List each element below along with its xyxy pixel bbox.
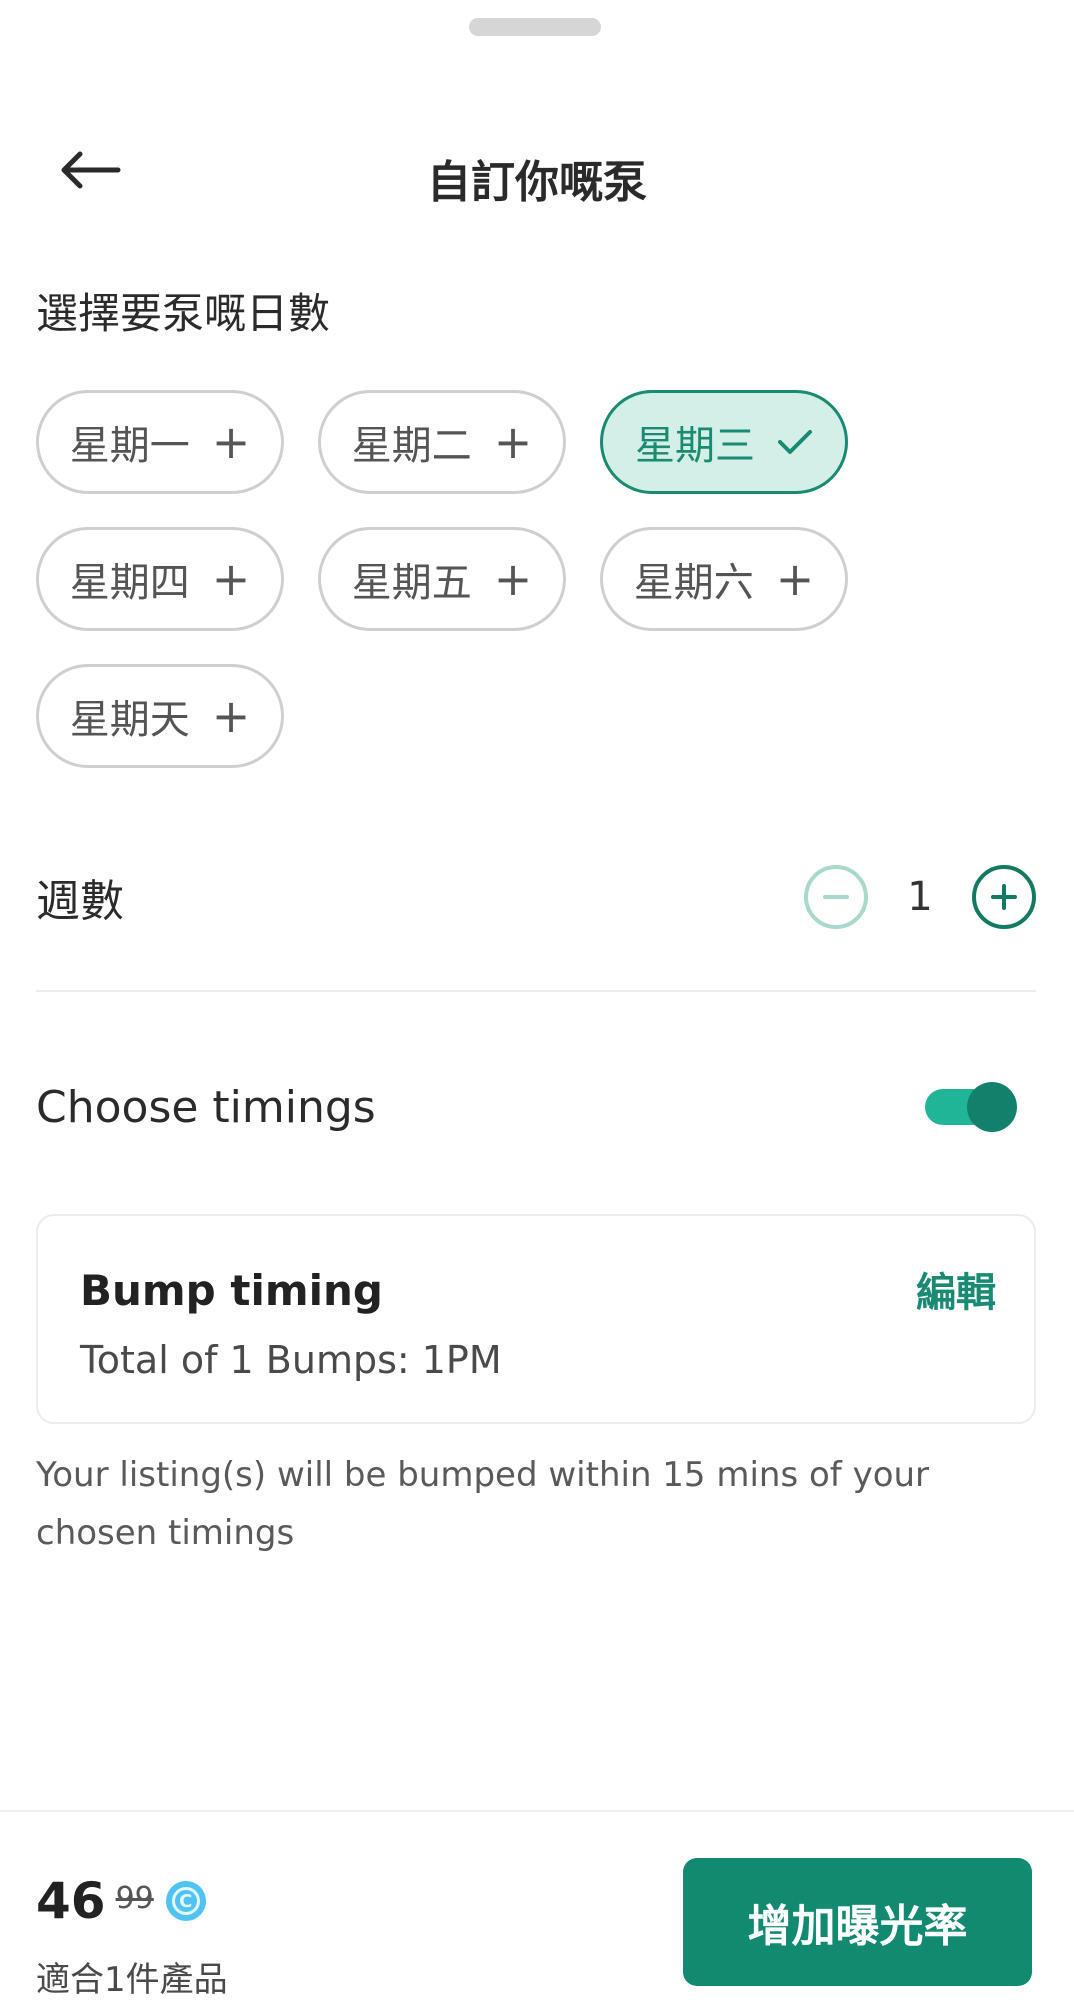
weeks-stepper: 1 (804, 865, 1036, 929)
bump-timing-title: Bump timing (80, 1266, 383, 1315)
day-chip-label: 星期四 (69, 560, 190, 606)
plus-icon: + (493, 415, 533, 469)
plus-icon: + (493, 552, 533, 606)
minus-icon (823, 895, 849, 899)
toggle-thumb (967, 1082, 1017, 1132)
day-chip-label: 星期三 (635, 423, 755, 469)
page-title: 自訂你嘅泵 (427, 157, 647, 208)
edit-link[interactable]: 編輯 (916, 1260, 996, 1318)
day-chip-friday[interactable]: 星期五 + (318, 527, 566, 631)
bump-timing-card: Bump timing Total of 1 Bumps: 1PM 編輯 (36, 1214, 1036, 1424)
day-chip-monday[interactable]: 星期一 + (36, 390, 284, 494)
sheet-grabber[interactable] (469, 18, 601, 36)
boost-button[interactable]: 增加曝光率 (683, 1858, 1032, 1986)
plus-icon: + (211, 415, 251, 469)
price-row: 46 99 C (36, 1872, 206, 1930)
weeks-value: 1 (907, 874, 933, 920)
day-chip-sunday[interactable]: 星期天 + (36, 664, 284, 768)
day-chip-label: 星期一 (69, 423, 190, 469)
day-chip-label: 星期天 (69, 697, 190, 743)
day-chip-saturday[interactable]: 星期六 + (600, 527, 848, 631)
day-chip-label: 星期六 (633, 560, 754, 606)
increment-button[interactable] (972, 865, 1036, 929)
check-icon (778, 430, 812, 454)
plus-icon: + (775, 552, 815, 606)
choose-timings-toggle[interactable] (925, 1082, 1017, 1132)
plus-icon: + (211, 552, 251, 606)
choose-timings-label: Choose timings (36, 1082, 376, 1133)
day-chip-wednesday[interactable]: 星期三 (600, 390, 848, 494)
bump-note: Your listing(s) will be bumped within 15… (36, 1455, 930, 1553)
day-chip-thursday[interactable]: 星期四 + (36, 527, 284, 631)
plus-icon (991, 884, 1017, 910)
header: 自訂你嘅泵 (0, 120, 1074, 220)
weeks-label: 週數 (36, 876, 124, 927)
decrement-button[interactable] (804, 865, 868, 929)
weeks-row: 週數 1 (36, 855, 1036, 935)
bump-timing-summary: Total of 1 Bumps: 1PM (80, 1338, 502, 1382)
divider (36, 990, 1036, 992)
days-section-label: 選擇要泵嘅日數 (36, 289, 331, 338)
original-price: 99 (115, 1880, 154, 1916)
day-chip-tuesday[interactable]: 星期二 + (318, 390, 566, 494)
day-chip-label: 星期二 (351, 423, 472, 469)
bottom-bar: 46 99 C 適合1件產品 增加曝光率 (0, 1810, 1074, 2015)
coin-icon: C (165, 1881, 206, 1921)
day-chip-label: 星期五 (351, 560, 472, 606)
applies-to-text: 適合1件產品 (36, 1960, 228, 2000)
plus-icon: + (211, 689, 251, 743)
price-value: 46 (36, 1872, 106, 1930)
